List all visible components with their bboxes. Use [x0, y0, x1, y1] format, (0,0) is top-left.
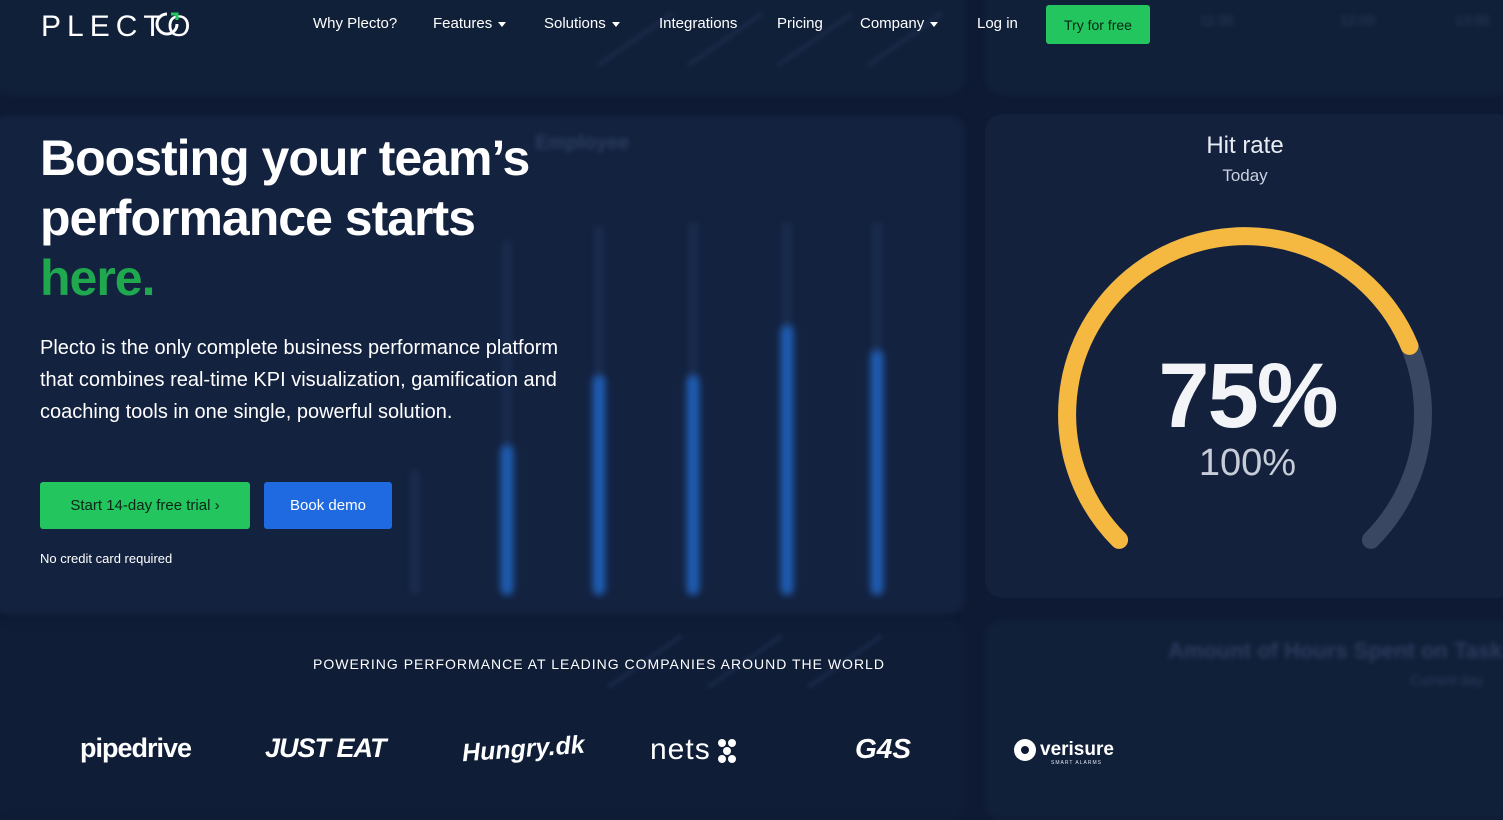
verisure-flower-icon — [1014, 739, 1036, 761]
headline-accent: here. — [40, 250, 156, 306]
gauge-value: 75% — [1158, 345, 1338, 447]
chevron-down-icon — [498, 21, 507, 27]
nav-login[interactable]: Log in — [977, 15, 1018, 32]
nav-pricing[interactable]: Pricing — [777, 15, 823, 32]
g4s-logo: G4S — [855, 733, 912, 764]
nav-solutions[interactable]: Solutions — [544, 15, 620, 32]
verisure-logo: verisure — [1040, 739, 1114, 760]
nav-company[interactable]: Company — [860, 15, 939, 32]
nav-why-plecto[interactable]: Why Plecto? — [313, 15, 397, 32]
no-credit-card-note: No credit card required — [40, 551, 173, 566]
nav-label: Log in — [977, 15, 1018, 32]
nav-label: Integrations — [659, 15, 738, 32]
hero-section: Boosting your team’s performance starts … — [40, 128, 600, 428]
start-trial-button[interactable]: Start 14-day free trial › — [40, 482, 250, 529]
top-nav: PLECTO Why Plecto? Features Solutions In… — [0, 0, 1503, 50]
pipedrive-logo: pipedrive — [80, 733, 192, 763]
gauge-subtitle: Today — [1222, 166, 1268, 185]
just-eat-logo: JUST EAT — [265, 733, 387, 763]
bg-bar — [687, 375, 699, 595]
nav-label: Pricing — [777, 15, 823, 32]
nav-label: Features — [433, 15, 493, 32]
hero-description: Plecto is the only complete business per… — [40, 337, 559, 423]
nav-label: Solutions — [544, 15, 606, 32]
bg-bar — [501, 445, 513, 595]
bg-card — [0, 620, 965, 820]
headline-line1: Boosting your team’s — [40, 130, 530, 186]
nets-logo: nets — [650, 733, 711, 766]
hero-headline: Boosting your team’s performance starts … — [40, 128, 600, 308]
nets-dots-icon — [718, 739, 736, 763]
bg-blur-text: Amount of Hours Spent on Task — [1168, 638, 1503, 663]
chevron-down-icon — [930, 21, 939, 27]
logos-heading: POWERING PERFORMANCE AT LEADING COMPANIE… — [313, 656, 885, 672]
logo-mark-icon — [155, 12, 179, 36]
nav-label: Why Plecto? — [313, 15, 398, 32]
hit-rate-card: Hit rate Today 75% 100% — [985, 114, 1503, 598]
nav-integrations[interactable]: Integrations — [659, 15, 737, 32]
headline-line2: performance starts — [40, 190, 476, 246]
book-demo-button[interactable]: Book demo — [264, 482, 392, 529]
verisure-tagline: SMART ALARMS — [1051, 760, 1102, 766]
bg-bar — [871, 350, 883, 595]
bg-bar — [781, 325, 793, 595]
gauge-title: Hit rate — [1206, 132, 1284, 159]
chevron-down-icon — [611, 21, 620, 27]
gauge-target: 100% — [1198, 442, 1297, 484]
bg-bar-track — [410, 470, 420, 595]
nav-features[interactable]: Features — [433, 15, 507, 32]
nav-label: Company — [860, 15, 925, 32]
try-for-free-button[interactable]: Try for free — [1046, 5, 1150, 44]
bg-blur-text: Current day — [1410, 672, 1484, 688]
